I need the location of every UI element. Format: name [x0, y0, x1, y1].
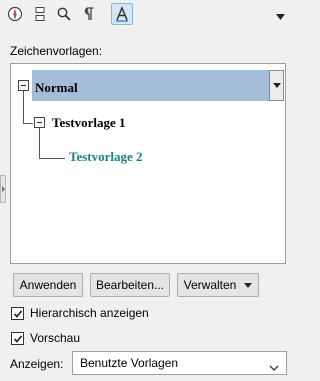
- navigator-icon: [7, 6, 23, 22]
- character-styles-button[interactable]: [111, 3, 133, 25]
- tree-item-label[interactable]: Testvorlage 2: [69, 149, 143, 165]
- hierarchical-checkbox[interactable]: [11, 306, 24, 320]
- checkmark-icon: [13, 334, 23, 343]
- structure-button[interactable]: [29, 3, 51, 25]
- preview-checkbox[interactable]: [11, 331, 24, 345]
- chevron-down-icon: [269, 360, 279, 374]
- checkmark-icon: [13, 309, 23, 318]
- preview-option[interactable]: Vorschau: [11, 330, 80, 346]
- hierarchical-option[interactable]: Hierarchisch anzeigen: [11, 305, 149, 321]
- apply-label: Anwenden: [19, 278, 77, 292]
- manage-label: Verwalten: [183, 278, 237, 292]
- menu-down-icon[interactable]: [276, 9, 285, 23]
- show-label: Anzeigen:: [10, 357, 64, 371]
- apply-button[interactable]: Anwenden: [13, 273, 83, 297]
- style-tree[interactable]: Normal Testvorlage 1 Testvorlage 2: [10, 63, 286, 264]
- manage-button[interactable]: Verwalten: [177, 273, 259, 297]
- find-icon: [56, 6, 72, 22]
- find-button[interactable]: [53, 3, 75, 25]
- collapse-icon[interactable]: [18, 80, 29, 91]
- sidebar-collapse-handle[interactable]: [0, 175, 6, 203]
- chevron-down-icon: [244, 282, 253, 288]
- edit-label: Bearbeiten...: [95, 278, 165, 292]
- show-select[interactable]: Benutzte Vorlagen: [72, 351, 287, 375]
- sidebar-toolbar: [0, 0, 291, 30]
- styles-label: Zeichenvorlagen:: [10, 44, 103, 58]
- navigator-button[interactable]: [4, 3, 26, 25]
- style-icon: [114, 6, 130, 22]
- tree-connector: [39, 128, 40, 159]
- hierarchical-label: Hierarchisch anzeigen: [30, 306, 149, 320]
- structure-icon: [32, 6, 48, 22]
- tree-item-label[interactable]: Testvorlage 1: [52, 115, 126, 131]
- tree-connector: [39, 158, 65, 159]
- paragraph-styles-button[interactable]: [78, 3, 100, 25]
- tree-connector: [23, 123, 33, 124]
- edit-button[interactable]: Bearbeiten...: [90, 273, 170, 297]
- collapse-icon[interactable]: [34, 117, 45, 128]
- show-select-value: Benutzte Vorlagen: [80, 356, 179, 370]
- tree-item-label: Normal: [35, 80, 78, 95]
- preview-label: Vorschau: [30, 331, 81, 345]
- tree-item-dropdown-button[interactable]: [269, 70, 284, 101]
- tree-connector: [23, 91, 24, 123]
- paragraph-icon: [81, 6, 97, 22]
